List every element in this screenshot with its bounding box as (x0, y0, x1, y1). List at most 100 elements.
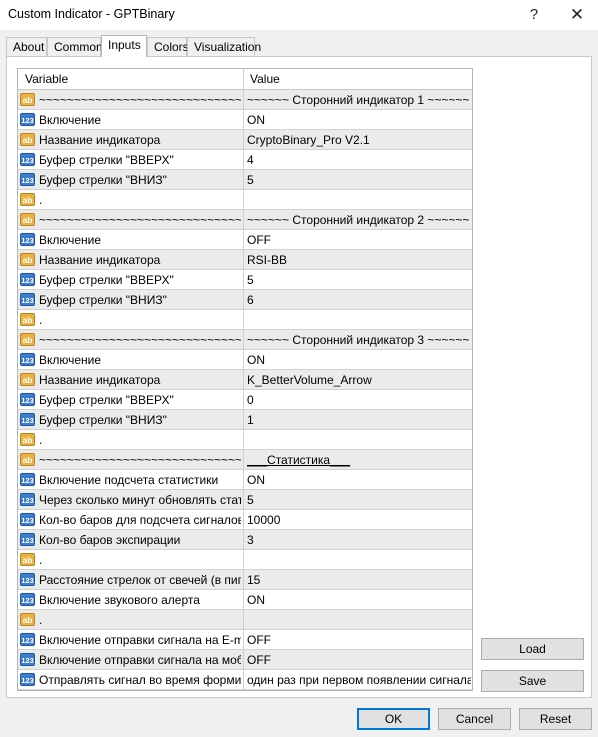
column-divider (243, 90, 244, 109)
input-row[interactable]: ab. (18, 550, 472, 570)
ok-button[interactable]: OK (357, 708, 430, 730)
column-divider (243, 350, 244, 369)
input-row[interactable]: 123 Отправлять сигнал во время формир... о… (18, 670, 472, 690)
tab-visualization[interactable]: Visualization (187, 37, 261, 56)
variable-value[interactable]: OFF (247, 233, 471, 247)
input-row[interactable]: 123 Включение отправки сигнала на E-mail O… (18, 630, 472, 650)
input-row[interactable]: 123 Включение OFF (18, 230, 472, 250)
variable-value[interactable]: K_BetterVolume_Arrow (247, 373, 471, 387)
input-row[interactable]: ab Название индикатора K_BetterVolume_Arro… (18, 370, 472, 390)
tab-common[interactable]: Common (47, 37, 103, 56)
header-variable[interactable]: Variable (25, 72, 68, 86)
variable-value[interactable]: ~~~~~~ Сторонний индикатор 1 ~~~~~~ (247, 93, 471, 107)
close-button[interactable]: ✕ (565, 4, 589, 26)
variable-value[interactable]: один раз при первом появлении сигнала (247, 673, 471, 687)
input-row[interactable]: ab ~~~~~~~~~~~~~~~~~~~~~~~~~~~~~~~~~~~~~~… (18, 450, 472, 470)
string-type-icon: ab (20, 253, 35, 266)
string-type-icon: ab (20, 613, 35, 626)
input-row[interactable]: 123 Кол-во баров для подсчета сигналов 100… (18, 510, 472, 530)
number-type-icon: 123 (20, 353, 35, 366)
number-type-icon: 123 (20, 393, 35, 406)
input-row[interactable]: ab ~~~~~~~~~~~~~~~~~~~~~~~~~~~~~~~~~~~~~~… (18, 90, 472, 110)
title-bar: Custom Indicator - GPTBinary ? ✕ (0, 0, 598, 30)
input-row[interactable]: 123 Буфер стрелки "ВВЕРХ" 0 (18, 390, 472, 410)
column-divider (243, 530, 244, 549)
input-row[interactable]: 123 Буфер стрелки "ВНИЗ" 6 (18, 290, 472, 310)
number-type-icon: 123 (20, 593, 35, 606)
input-row[interactable]: 123 Включение отправки сигнала на моб... O… (18, 650, 472, 670)
variable-value[interactable]: ~~~~~~ Сторонний индикатор 3 ~~~~~~ (247, 333, 471, 347)
variable-name: Включение звукового алерта (39, 593, 200, 607)
variable-value[interactable]: 0 (247, 393, 471, 407)
variable-value[interactable]: ~~~~~~ Сторонний индикатор 2 ~~~~~~ (247, 213, 471, 227)
input-row[interactable]: 123 Буфер стрелки "ВНИЗ" 1 (18, 410, 472, 430)
column-divider (243, 610, 244, 629)
variable-value[interactable]: ON (247, 113, 471, 127)
variable-value[interactable]: RSI-BB (247, 253, 471, 267)
input-row[interactable]: 123 Включение ON (18, 110, 472, 130)
variable-value[interactable]: 5 (247, 173, 471, 187)
number-type-icon: 123 (20, 233, 35, 246)
variable-value[interactable]: 4 (247, 153, 471, 167)
input-row[interactable]: 123 Кол-во баров экспирации 3 (18, 530, 472, 550)
save-button[interactable]: Save (481, 670, 584, 692)
variable-value[interactable]: CryptoBinary_Pro V2.1 (247, 133, 471, 147)
variable-value[interactable]: OFF (247, 633, 471, 647)
variable-value[interactable]: OFF (247, 653, 471, 667)
variable-value[interactable]: ON (247, 593, 471, 607)
number-type-icon: 123 (20, 113, 35, 126)
variable-value[interactable]: 6 (247, 293, 471, 307)
tab-inputs[interactable]: Inputs (101, 35, 147, 57)
input-row[interactable]: ab. (18, 310, 472, 330)
variable-value[interactable]: ___Статистика___ (247, 453, 471, 467)
tab-colors[interactable]: Colors (147, 37, 189, 56)
column-divider (243, 550, 244, 569)
input-row[interactable]: 123 Буфер стрелки "ВВЕРХ" 5 (18, 270, 472, 290)
input-row[interactable]: 123 Буфер стрелки "ВНИЗ" 5 (18, 170, 472, 190)
input-row[interactable]: ab. (18, 190, 472, 210)
number-type-icon: 123 (20, 153, 35, 166)
input-row[interactable]: 123 Буфер стрелки "ВВЕРХ" 4 (18, 150, 472, 170)
variable-name: Название индикатора (39, 373, 161, 387)
variable-name: . (39, 553, 43, 567)
variable-value[interactable]: 5 (247, 273, 471, 287)
load-button[interactable]: Load (481, 638, 584, 660)
number-type-icon: 123 (20, 473, 35, 486)
help-button[interactable]: ? (522, 4, 546, 26)
column-divider (243, 210, 244, 229)
string-type-icon: ab (20, 433, 35, 446)
input-row[interactable]: ab Название индикатора CryptoBinary_Pro V2… (18, 130, 472, 150)
header-value[interactable]: Value (250, 72, 280, 86)
column-divider (243, 670, 244, 689)
number-type-icon: 123 (20, 273, 35, 286)
input-row[interactable]: 123 Включение звукового алерта ON (18, 590, 472, 610)
column-divider (243, 510, 244, 529)
variable-value[interactable]: 5 (247, 493, 471, 507)
string-type-icon: ab (20, 133, 35, 146)
input-row[interactable]: 123 Включение подсчета статистики ON (18, 470, 472, 490)
variable-value[interactable]: 1 (247, 413, 471, 427)
variable-value[interactable]: 15 (247, 573, 471, 587)
string-type-icon: ab (20, 553, 35, 566)
variable-value[interactable]: 3 (247, 533, 471, 547)
variable-value[interactable]: ON (247, 353, 471, 367)
input-row[interactable]: ab ~~~~~~~~~~~~~~~~~~~~~~~~~~~~~~~~~~~~~~… (18, 210, 472, 230)
string-type-icon: ab (20, 93, 35, 106)
reset-button[interactable]: Reset (519, 708, 592, 730)
column-divider (243, 270, 244, 289)
variable-value[interactable]: ON (247, 473, 471, 487)
tab-about[interactable]: About (6, 37, 47, 56)
input-row[interactable]: 123 Включение ON (18, 350, 472, 370)
cancel-button[interactable]: Cancel (438, 708, 511, 730)
variable-value[interactable]: 10000 (247, 513, 471, 527)
header-divider[interactable] (243, 69, 244, 89)
input-row[interactable]: ab ~~~~~~~~~~~~~~~~~~~~~~~~~~~~~~~~~~~~~~… (18, 330, 472, 350)
input-row[interactable]: ab Название индикатора RSI-BB (18, 250, 472, 270)
input-row[interactable]: ab. (18, 430, 472, 450)
variable-name: Название индикатора (39, 133, 161, 147)
number-type-icon: 123 (20, 533, 35, 546)
input-row[interactable]: 123 Расстояние стрелок от свечей (в пип..… (18, 570, 472, 590)
column-divider (243, 150, 244, 169)
input-row[interactable]: 123 Через сколько минут обновлять стат...… (18, 490, 472, 510)
input-row[interactable]: ab. (18, 610, 472, 630)
